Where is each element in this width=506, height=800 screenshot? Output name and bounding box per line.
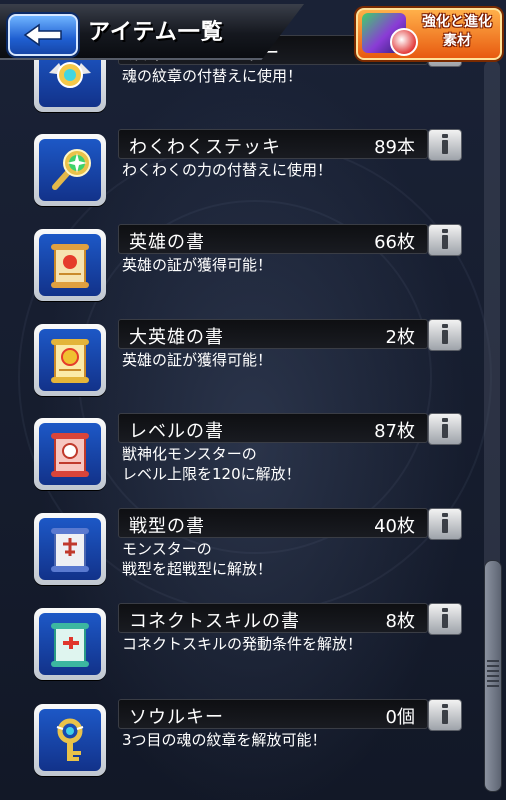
item-description: 英雄の証が獲得可能！ bbox=[122, 256, 273, 274]
item-name: ソウルキー bbox=[129, 707, 224, 728]
item-description: コネクトスキルの発動条件を解放！ bbox=[122, 635, 363, 653]
info-button[interactable] bbox=[428, 224, 462, 256]
info-button[interactable] bbox=[428, 413, 462, 445]
item-count: 2枚 bbox=[385, 327, 415, 348]
item-description: わくわくの力の付替えに使用！ bbox=[122, 161, 333, 179]
item-count: 0個 bbox=[385, 707, 415, 728]
info-button[interactable] bbox=[428, 699, 462, 731]
item-name-bar: 英雄の書 66枚 bbox=[118, 224, 428, 254]
item-description: 獣神化モンスターの レベル上限を120に解放！ bbox=[122, 445, 301, 483]
scrollbar-grip-icon bbox=[487, 660, 499, 688]
item-icon-frame bbox=[34, 324, 106, 396]
info-icon bbox=[442, 519, 448, 533]
item-name: 英雄の書 bbox=[129, 232, 205, 253]
info-icon-dot bbox=[442, 608, 448, 612]
list-item[interactable]: 戦型の書 40枚 モンスターの 戦型を超戦型に解放！ bbox=[0, 507, 480, 597]
item-description: モンスターの 戦型を超戦型に解放！ bbox=[122, 540, 273, 578]
back-button[interactable] bbox=[8, 14, 78, 56]
great-hero-book-icon bbox=[39, 329, 101, 391]
evolution-materials-button[interactable]: 強化と進化 素材 bbox=[356, 8, 502, 60]
info-icon-dot bbox=[442, 324, 448, 328]
gem-icon bbox=[390, 28, 418, 56]
list-item[interactable]: わくわくステッキ 89本 わくわくの力の付替えに使用！ bbox=[0, 128, 480, 218]
list-item[interactable]: 英雄の書 66枚 英雄の証が獲得可能！ bbox=[0, 223, 480, 313]
item-icon-frame bbox=[34, 134, 106, 206]
header: アイテム一覧 強化と進化 素材 bbox=[0, 0, 506, 62]
item-icon-frame bbox=[34, 513, 106, 585]
info-button[interactable] bbox=[428, 603, 462, 635]
page-title: アイテム一覧 bbox=[88, 20, 224, 45]
info-icon bbox=[442, 235, 448, 249]
item-name-bar: 戦型の書 40枚 bbox=[118, 508, 428, 538]
item-count: 8枚 bbox=[385, 611, 415, 632]
item-name-bar: レベルの書 87枚 bbox=[118, 413, 428, 443]
info-icon-dot bbox=[442, 418, 448, 422]
item-icon-frame bbox=[34, 608, 106, 680]
item-count: 87枚 bbox=[374, 421, 415, 442]
hero-book-icon bbox=[39, 234, 101, 296]
info-icon-dot bbox=[442, 704, 448, 708]
info-icon-dot bbox=[442, 513, 448, 517]
item-name-bar: 大英雄の書 2枚 bbox=[118, 319, 428, 349]
item-count: 89本 bbox=[374, 137, 415, 158]
list-item[interactable]: コネクトスキルの書 8枚 コネクトスキルの発動条件を解放！ bbox=[0, 602, 480, 692]
wakuwaku-stick-icon bbox=[39, 139, 101, 201]
soul-key-icon bbox=[39, 709, 101, 771]
item-name: わくわくステッキ bbox=[129, 137, 281, 158]
item-name-bar: ソウルキー 0個 bbox=[118, 699, 428, 729]
item-list: 紋章チェンジャー 魂の紋章の付替えに使用！ わくわくステッキ 89本 bbox=[0, 0, 506, 800]
info-icon-dot bbox=[442, 229, 448, 233]
evolution-button-line2: 素材 bbox=[443, 33, 471, 49]
item-name: 戦型の書 bbox=[129, 516, 205, 537]
list-item[interactable]: レベルの書 87枚 獣神化モンスターの レベル上限を120に解放！ bbox=[0, 412, 480, 502]
item-description: 魂の紋章の付替えに使用！ bbox=[122, 67, 303, 85]
item-count: 66枚 bbox=[374, 232, 415, 253]
back-arrow-icon bbox=[23, 23, 62, 47]
connect-skill-book-icon bbox=[39, 613, 101, 675]
level-book-icon bbox=[39, 423, 101, 485]
list-item[interactable]: 大英雄の書 2枚 英雄の証が獲得可能！ bbox=[0, 318, 480, 408]
item-count: 40枚 bbox=[374, 516, 415, 537]
evolution-button-label: 強化と進化 素材 bbox=[418, 13, 496, 51]
item-name-bar: わくわくステッキ 89本 bbox=[118, 129, 428, 159]
item-icon-frame bbox=[34, 418, 106, 490]
info-icon bbox=[442, 614, 448, 628]
item-description: 3つ目の魂の紋章を解放可能！ bbox=[122, 731, 327, 749]
item-name: レベルの書 bbox=[129, 421, 224, 442]
item-name: 大英雄の書 bbox=[129, 327, 224, 348]
info-icon bbox=[442, 330, 448, 344]
item-icon-frame bbox=[34, 704, 106, 776]
info-button[interactable] bbox=[428, 129, 462, 161]
info-icon bbox=[442, 710, 448, 724]
info-button[interactable] bbox=[428, 319, 462, 351]
item-name-bar: コネクトスキルの書 8枚 bbox=[118, 603, 428, 633]
info-button[interactable] bbox=[428, 508, 462, 540]
info-icon bbox=[442, 424, 448, 438]
item-name: コネクトスキルの書 bbox=[129, 611, 300, 632]
info-icon-dot bbox=[442, 134, 448, 138]
info-icon bbox=[442, 140, 448, 154]
battle-type-book-icon bbox=[39, 518, 101, 580]
list-item[interactable]: ソウルキー 0個 3つ目の魂の紋章を解放可能！ bbox=[0, 698, 480, 788]
evolution-button-line1: 強化と進化 bbox=[422, 14, 492, 30]
item-icon-frame bbox=[34, 229, 106, 301]
item-description: 英雄の証が獲得可能！ bbox=[122, 351, 273, 369]
